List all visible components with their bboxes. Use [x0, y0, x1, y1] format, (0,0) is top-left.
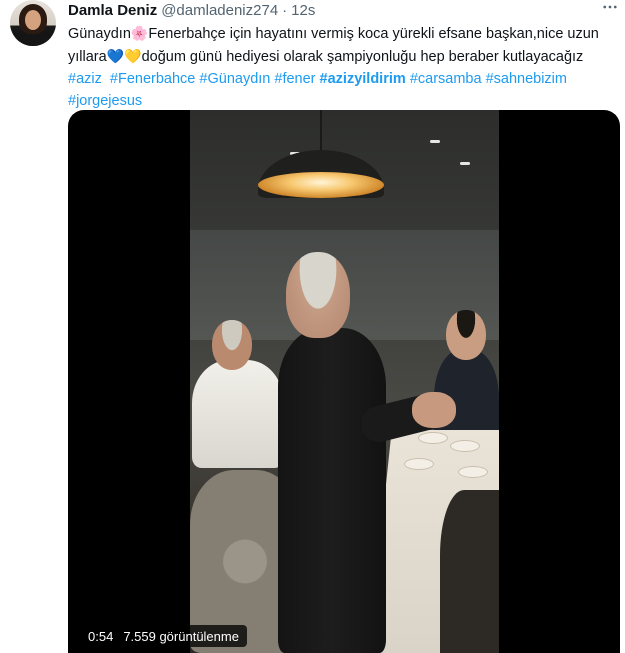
tweet-text: Günaydın🌸Fenerbahçe için hayatını vermiş…: [68, 22, 620, 112]
hashtag-link[interactable]: #azizyildirim: [320, 71, 406, 87]
hashtag-link[interactable]: #aziz: [68, 71, 102, 87]
tweet-header: Damla Deniz @damladeniz274 · 12s: [68, 0, 613, 20]
video-frame[interactable]: [190, 110, 499, 653]
blue-heart-emoji-icon: 💙: [106, 48, 125, 64]
tweet-text-greeting: Günaydın: [68, 26, 131, 42]
video-person-main-head: [286, 252, 350, 338]
tweet-text-body-2-pre: yıllara: [68, 49, 107, 65]
video-info-badge: 0:54 7.559 görüntülenme: [80, 625, 247, 647]
tweet-text-line-1: Günaydın🌸Fenerbahçe için hayatını vermiş…: [68, 22, 620, 45]
video-foreground-shadow: [440, 490, 499, 653]
tweet-text-line-2: yıllara💙💛doğum günü hediyesi olarak şamp…: [68, 45, 620, 68]
hashtag-link[interactable]: #jorgejesus: [68, 93, 142, 109]
avatar-face: [25, 10, 41, 30]
video-view-count: 7.559 görüntülenme: [123, 628, 239, 644]
video-person-right-head: [446, 310, 486, 360]
video-plate: [404, 458, 434, 470]
video-player[interactable]: 0:54 7.559 görüntülenme: [68, 110, 620, 653]
hashtag-link[interactable]: #sahnebizim: [486, 71, 567, 87]
video-duration: 0:54: [88, 628, 114, 644]
author-handle[interactable]: @damladeniz274: [161, 2, 278, 19]
more-dots-glyph: [603, 5, 617, 9]
flower-emoji-icon: 🌸: [130, 25, 149, 41]
video-lamp-glow: [258, 172, 384, 198]
video-lamp-cord: [320, 110, 322, 152]
video-person-left-head: [212, 320, 252, 370]
tweet-text-body-2: doğum günü hediyesi olarak şampiyonluğu …: [141, 49, 584, 65]
more-horizontal-icon[interactable]: [599, 0, 621, 18]
video-person-main-hands: [412, 392, 456, 428]
video-plate: [418, 432, 448, 444]
video-ceiling-light: [460, 162, 470, 165]
separator-dot: ·: [282, 1, 288, 19]
tweet[interactable]: Damla Deniz @damladeniz274 · 12s Günaydı…: [0, 0, 625, 653]
author-name[interactable]: Damla Deniz: [68, 2, 157, 19]
hashtag-link[interactable]: #carsamba: [410, 71, 482, 87]
video-ceiling-light: [430, 140, 440, 143]
video-person-main: [278, 328, 386, 653]
hashtag-line-1: #aziz #Fenerbahce #Günaydın #fener #aziz…: [68, 68, 620, 90]
avatar[interactable]: [10, 0, 56, 46]
yellow-heart-emoji-icon: 💛: [124, 48, 142, 64]
tweet-timestamp[interactable]: 12s: [291, 2, 315, 19]
hashtag-line-2: #jorgejesus: [68, 90, 620, 112]
video-person-left: [192, 360, 284, 468]
tweet-text-body-1: Fenerbahçe için hayatını vermiş koca yür…: [148, 26, 599, 42]
video-plate: [450, 440, 480, 452]
video-plate: [458, 466, 488, 478]
hashtag-link[interactable]: #Günaydın: [199, 71, 270, 87]
hashtag-link[interactable]: #Fenerbahce: [110, 71, 195, 87]
hashtag-link[interactable]: #fener: [274, 71, 315, 87]
